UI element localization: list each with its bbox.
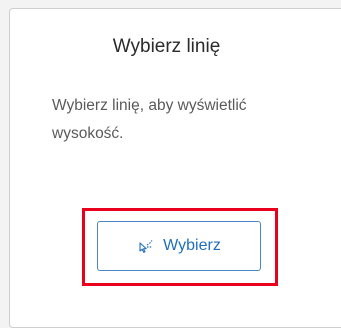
panel-title: Wybierz linię <box>112 36 221 57</box>
select-line-button[interactable]: Wybierz <box>97 221 261 271</box>
select-line-button-label: Wybierz <box>163 237 221 254</box>
select-line-cursor-icon <box>137 237 155 255</box>
panel-description: Wybierz linię, aby wyświetlić wysokość. <box>52 97 247 142</box>
